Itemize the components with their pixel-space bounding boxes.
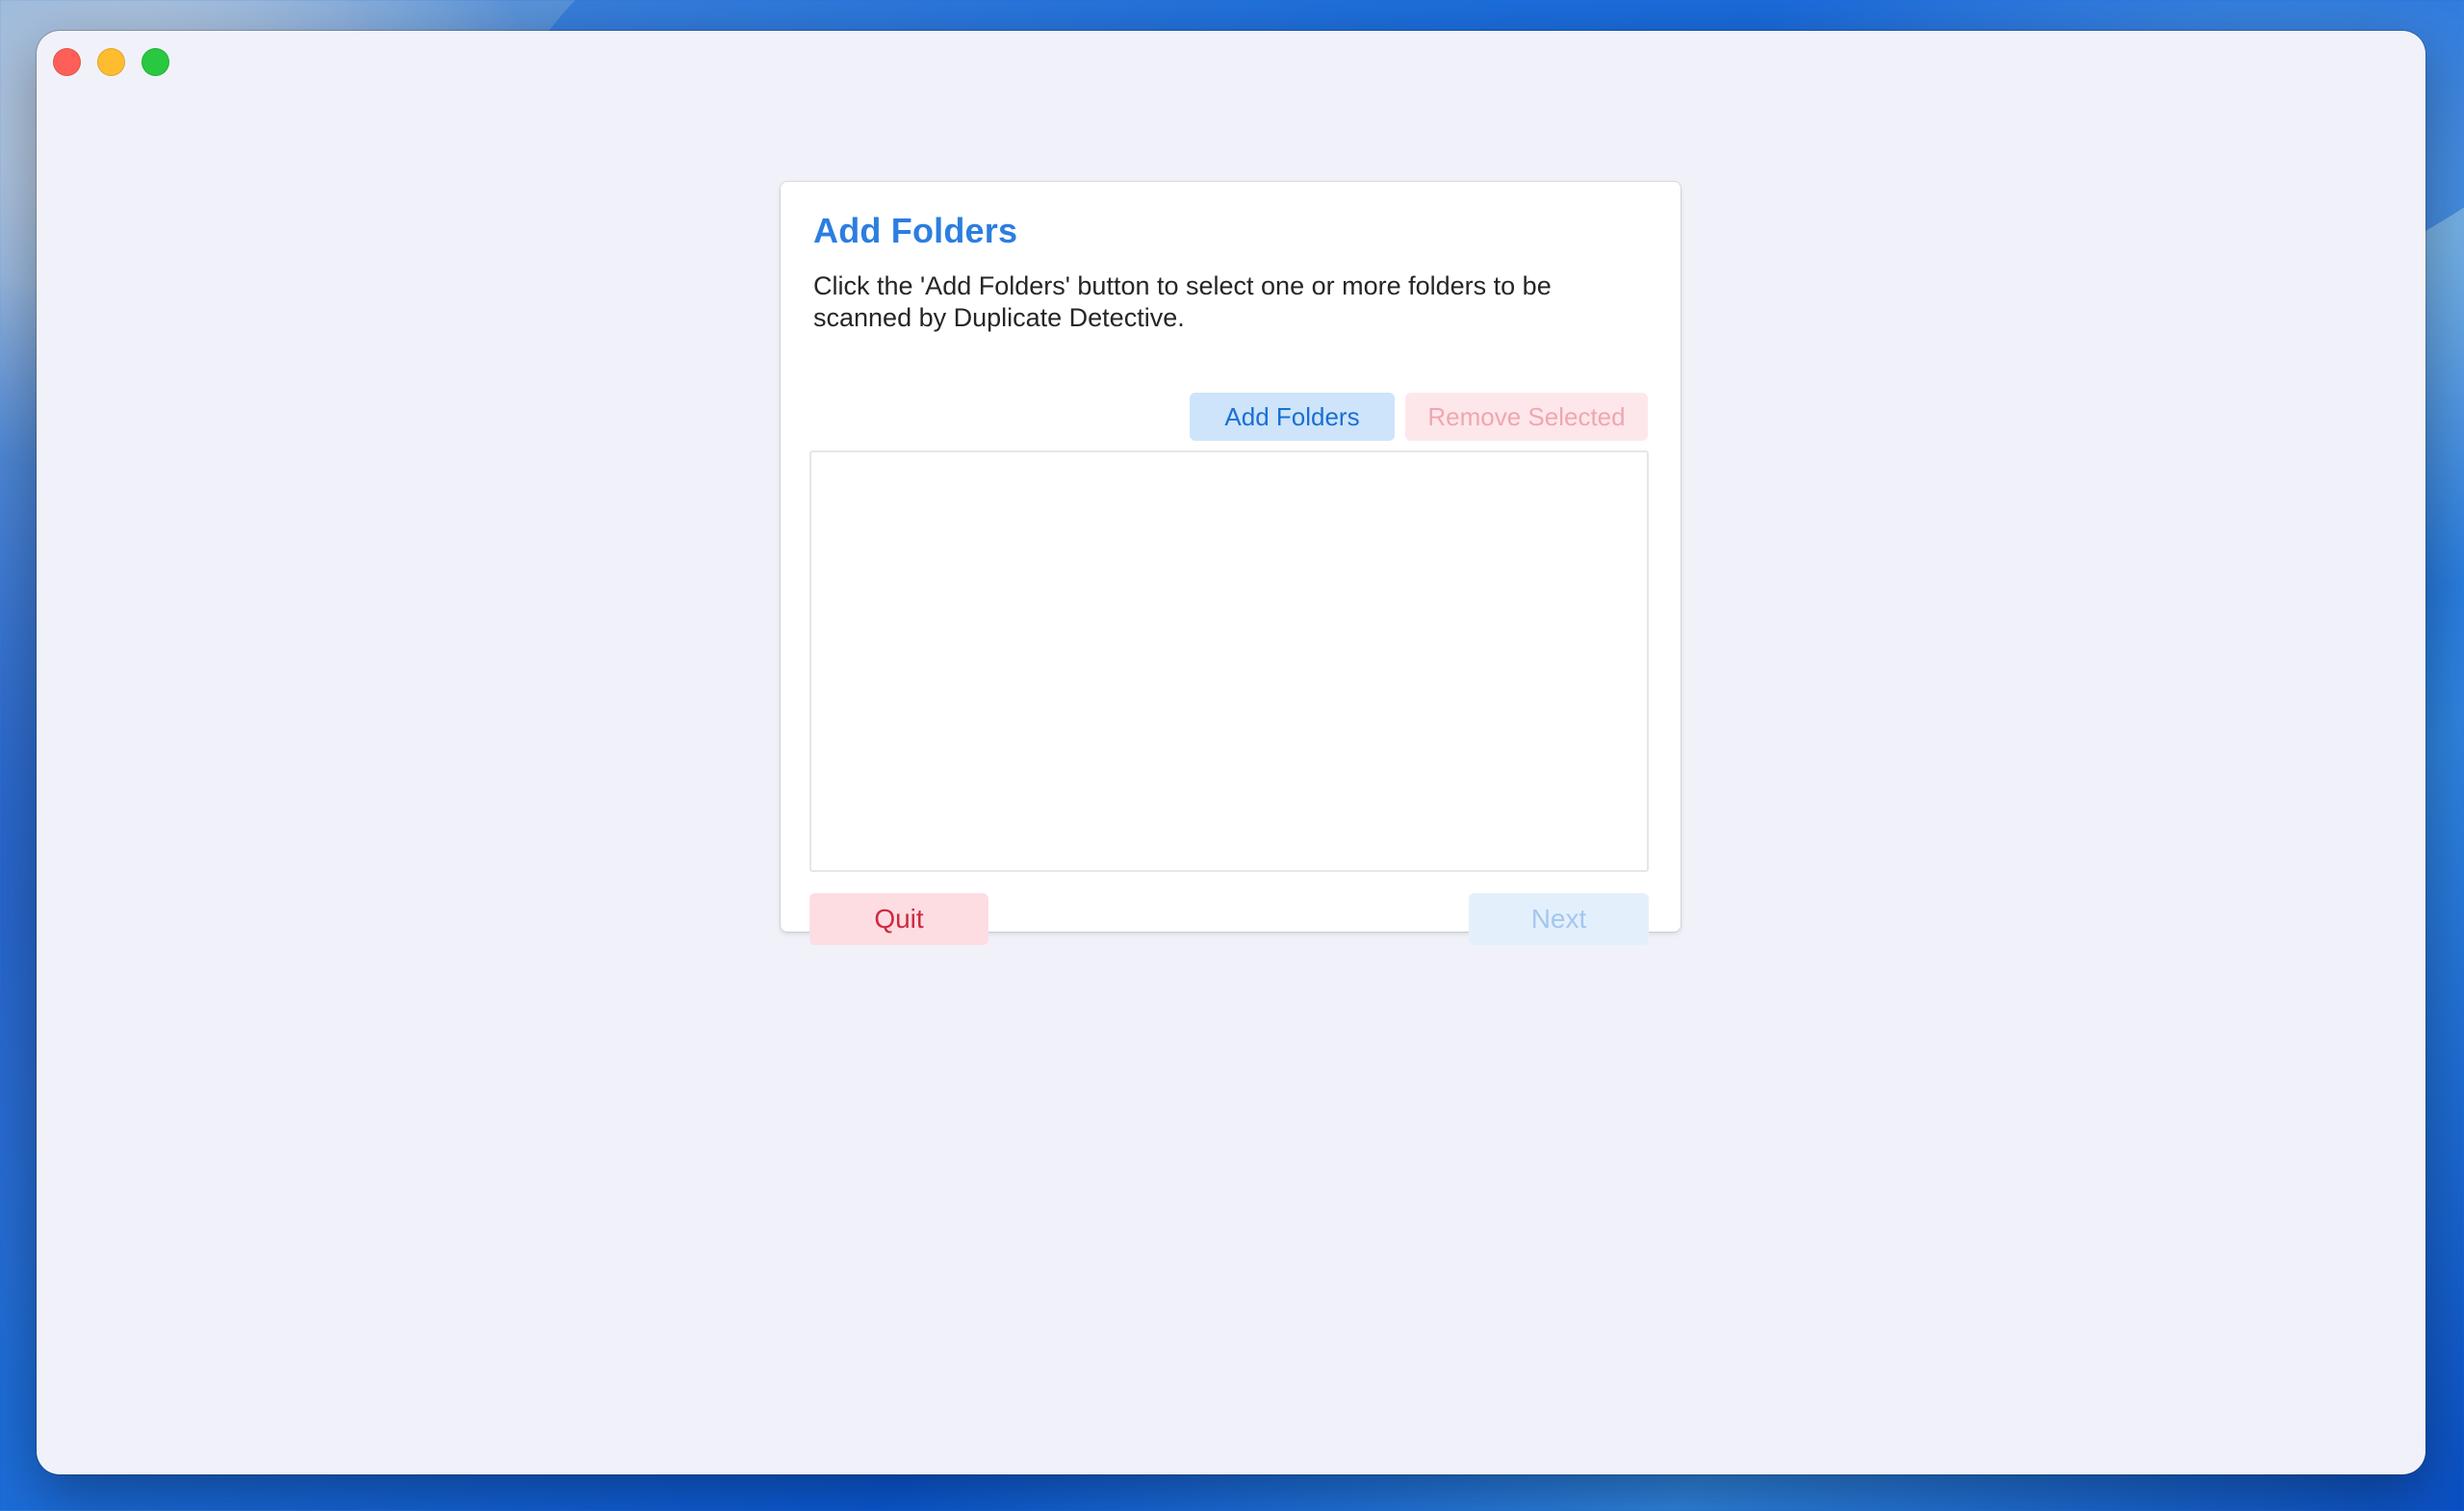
folder-list[interactable] [809, 450, 1649, 872]
zoom-icon[interactable] [141, 48, 169, 76]
remove-selected-button[interactable]: Remove Selected [1405, 393, 1648, 441]
close-icon[interactable] [53, 48, 81, 76]
panel-description: Click the 'Add Folders' button to select… [813, 271, 1552, 332]
quit-button[interactable]: Quit [809, 893, 988, 945]
minimize-icon[interactable] [97, 48, 125, 76]
app-window: Add Folders Click the 'Add Folders' butt… [37, 31, 2426, 1474]
next-button[interactable]: Next [1469, 893, 1649, 945]
panel-title: Add Folders [813, 211, 1018, 250]
add-folders-button[interactable]: Add Folders [1190, 393, 1395, 441]
window-controls [53, 48, 169, 76]
add-folders-panel: Add Folders Click the 'Add Folders' butt… [781, 182, 1681, 945]
